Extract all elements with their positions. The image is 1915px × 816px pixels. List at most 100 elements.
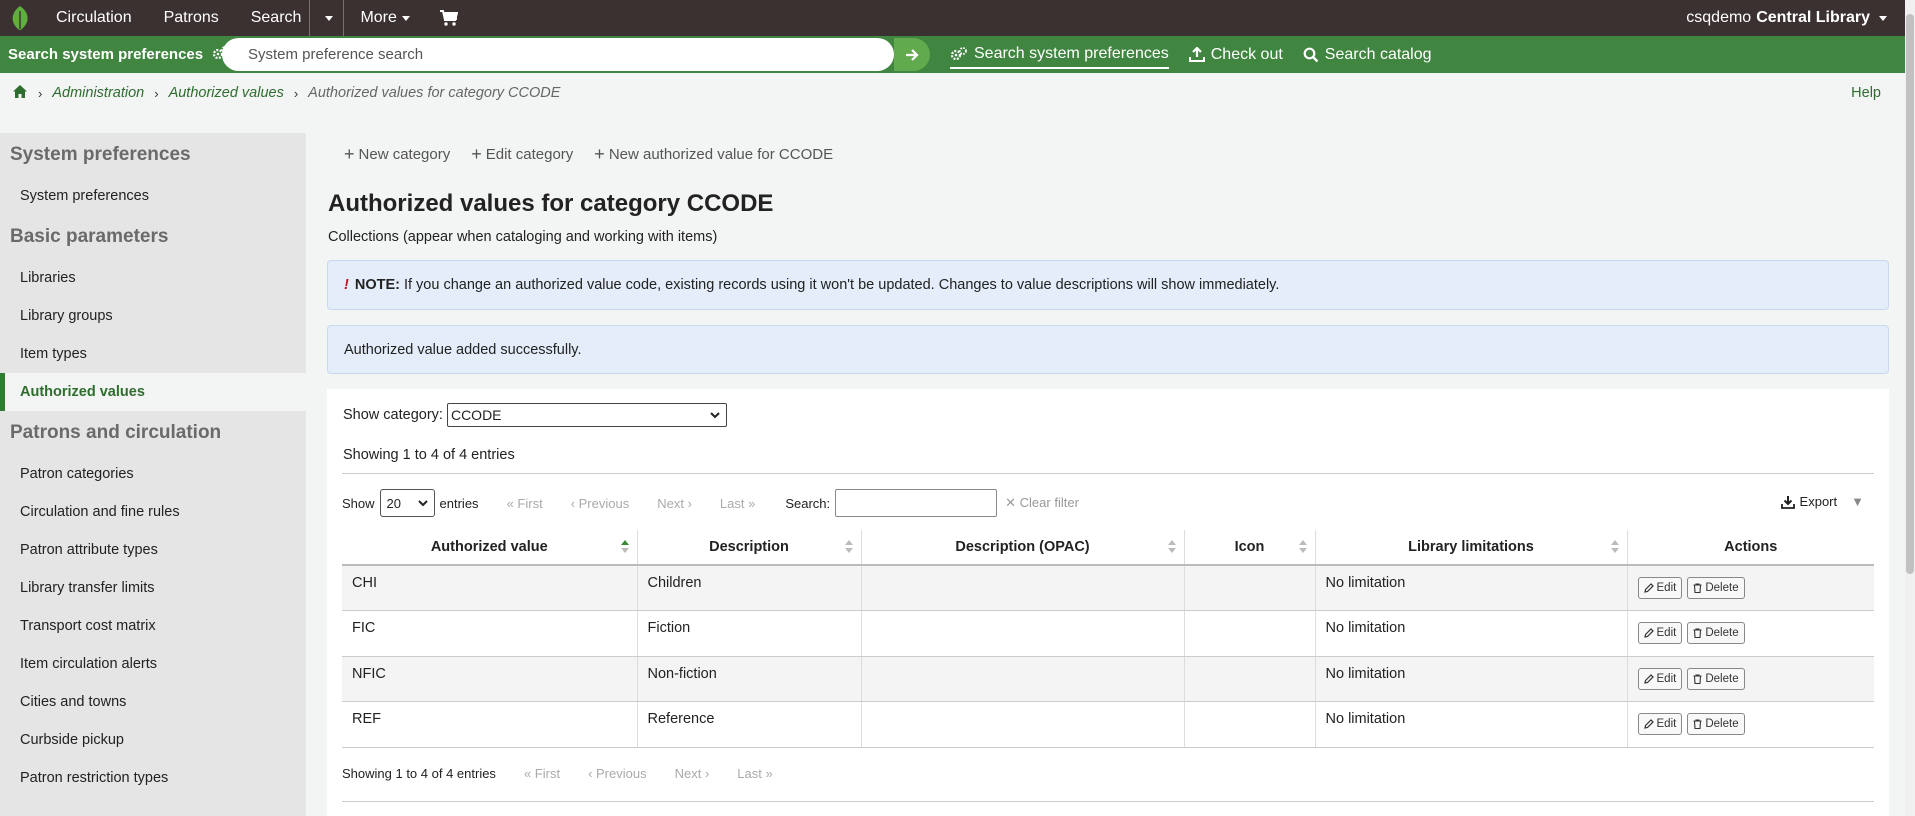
cell-description: Non-fiction [637, 656, 862, 702]
chevron-down-icon [417, 499, 428, 506]
sort-icon [1298, 540, 1307, 556]
table-info-top: Showing 1 to 4 of 4 entries [343, 447, 515, 463]
sidebar-heading-system-preferences: System preferences [10, 144, 191, 165]
first-page-label: First [517, 495, 543, 511]
last-page-button[interactable]: Last » [737, 766, 772, 781]
plus-icon: + [471, 144, 482, 164]
cell-authorized-value: FIC [342, 610, 638, 657]
search-dropdown-toggle[interactable] [310, 0, 343, 36]
sidebar-item-authorized-values[interactable]: Authorized values [0, 373, 306, 411]
page-length-value: 20 [386, 495, 401, 511]
nav-patrons[interactable]: Patrons [148, 0, 235, 36]
delete-button[interactable]: Delete [1687, 667, 1745, 690]
search-context-toggle[interactable]: Search system preferences [0, 36, 230, 73]
table-search-input[interactable] [835, 489, 998, 517]
note-text: If you change an authorized value code, … [403, 277, 1280, 293]
new-category-button[interactable]: + New category [344, 145, 450, 163]
cell-actions: Edit Delete [1627, 701, 1874, 748]
show-label: Show [342, 495, 375, 511]
cell-library-limitations: No limitation [1315, 610, 1628, 657]
home-icon[interactable] [12, 84, 28, 103]
first-page-button[interactable]: « First [524, 766, 560, 781]
sidebar-item-transport-cost-matrix[interactable]: Transport cost matrix [0, 607, 306, 645]
category-select[interactable]: CCODE [446, 403, 727, 427]
new-authorized-value-button[interactable]: + New authorized value for CCODE [594, 145, 833, 163]
column-header-library-limitations[interactable]: Library limitations [1315, 530, 1628, 566]
koha-logo-icon[interactable] [0, 0, 40, 36]
clear-filter-button[interactable]: ✕ Clear filter [1005, 495, 1079, 511]
delete-button[interactable]: Delete [1687, 622, 1745, 645]
edit-button[interactable]: Edit [1637, 577, 1683, 599]
nav-circulation[interactable]: Circulation [40, 0, 148, 36]
cell-actions: Edit Delete [1627, 656, 1874, 702]
sidebar-item-curbside-pickup[interactable]: Curbside pickup [0, 721, 306, 759]
column-header-actions: Actions [1627, 530, 1874, 566]
search-submit-button[interactable] [894, 38, 930, 71]
edit-button[interactable]: Edit [1637, 713, 1683, 736]
trash-icon [1693, 674, 1702, 684]
help-link[interactable]: Help [1851, 85, 1881, 101]
column-header-description[interactable]: Description [637, 530, 862, 566]
edit-label: Edit [1656, 582, 1677, 594]
edit-button[interactable]: Edit [1637, 622, 1683, 645]
sort-icon [1610, 540, 1619, 556]
check-out-link[interactable]: Check out [1188, 41, 1283, 69]
cart-icon[interactable] [426, 0, 472, 36]
last-page-button[interactable]: Last » [720, 496, 755, 511]
table-row: FIC Fiction No limitation Edit Delete [342, 610, 1874, 657]
sidebar-item-patron-categories[interactable]: Patron categories [0, 455, 306, 493]
column-header-icon[interactable]: Icon [1184, 530, 1316, 566]
previous-page-button[interactable]: ‹ Previous [588, 766, 647, 781]
delete-button[interactable]: Delete [1687, 713, 1745, 736]
sidebar-item-library-transfer-limits[interactable]: Library transfer limits [0, 569, 306, 607]
user-menu[interactable]: csqdemo Central Library [1686, 0, 1887, 36]
sidebar-item-system-preferences[interactable]: System preferences [0, 177, 306, 215]
breadcrumb-administration[interactable]: Administration [52, 85, 144, 101]
next-page-button[interactable]: Next › [675, 766, 710, 781]
breadcrumb-authorized-values[interactable]: Authorized values [169, 85, 284, 101]
sidebar-item-patron-restriction-types[interactable]: Patron restriction types [0, 759, 306, 797]
sidebar-item-cities-and-towns[interactable]: Cities and towns [0, 683, 306, 721]
nav-search[interactable]: Search [235, 0, 310, 36]
sidebar-item-libraries[interactable]: Libraries [0, 259, 306, 297]
delete-button[interactable]: Delete [1687, 577, 1745, 599]
page-scrollbar[interactable] [1905, 0, 1915, 816]
table-row: CHI Children No limitation Edit Delete [342, 565, 1874, 611]
sidebar-item-item-types[interactable]: Item types [0, 335, 306, 373]
export-button[interactable]: Export ▼ [1780, 494, 1864, 509]
page-length-select[interactable]: 20 [379, 489, 435, 517]
previous-page-button[interactable]: ‹ Previous [571, 496, 630, 511]
edit-label: Edit [1656, 718, 1677, 731]
cell-description: Reference [637, 701, 862, 748]
sidebar-item-patron-attribute-types[interactable]: Patron attribute types [0, 531, 306, 569]
first-page-button[interactable]: « First [507, 496, 543, 511]
search-system-preferences-label: Search system preferences [974, 44, 1169, 62]
column-header-description-opac[interactable]: Description (OPAC) [861, 530, 1185, 566]
next-page-button[interactable]: Next › [657, 496, 692, 511]
search-system-preferences-link[interactable]: Search system preferences [950, 41, 1169, 69]
entries-label: entries [439, 495, 479, 511]
sidebar-item-library-groups[interactable]: Library groups [0, 297, 306, 335]
sidebar-item-circulation-rules[interactable]: Circulation and fine rules [0, 493, 306, 531]
nav-more[interactable]: More [344, 0, 425, 36]
cell-description-opac [861, 610, 1185, 657]
sidebar-item-item-circulation-alerts[interactable]: Item circulation alerts [0, 645, 306, 683]
search-input[interactable] [248, 46, 848, 63]
table-search-label: Search: [785, 495, 831, 511]
table-row: NFIC Non-fiction No limitation Edit Dele… [342, 656, 1874, 702]
cell-description-opac [861, 565, 1185, 611]
column-header-authorized-value[interactable]: Authorized value [342, 530, 638, 566]
pencil-icon [1643, 628, 1654, 639]
edit-category-button[interactable]: + Edit category [471, 145, 573, 163]
scrollbar-thumb[interactable] [1906, 14, 1914, 574]
trash-icon [1693, 583, 1702, 593]
cell-library-limitations: No limitation [1315, 656, 1628, 702]
edit-button[interactable]: Edit [1637, 667, 1683, 690]
note-label: NOTE: [354, 277, 400, 293]
divider [342, 801, 1874, 802]
last-page-label: Last [719, 495, 745, 511]
clear-filter-label: Clear filter [1019, 495, 1079, 510]
plus-icon: + [594, 144, 605, 164]
search-catalog-link[interactable]: Search catalog [1303, 41, 1432, 69]
cell-actions: Edit Delete [1627, 565, 1874, 611]
